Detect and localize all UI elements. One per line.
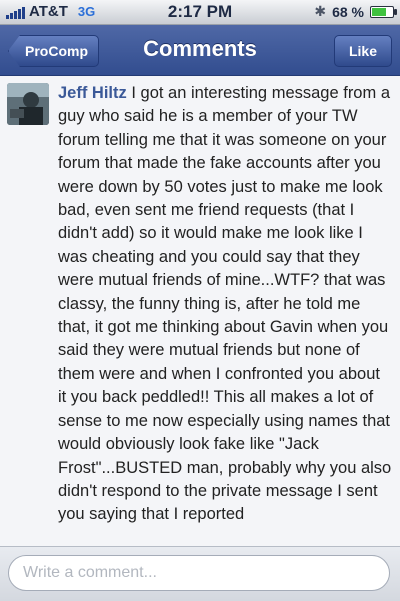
battery-icon xyxy=(370,5,397,18)
navigation-bar: ProComp Comments Like xyxy=(0,25,400,76)
avatar[interactable] xyxy=(7,83,49,125)
comment-author-link[interactable]: Jeff Hiltz xyxy=(58,84,127,102)
status-right-group: ✱ 68 % xyxy=(314,3,397,20)
status-bar: AT&T 3G 2:17 PM ✱ 68 % xyxy=(0,0,400,25)
comment-text: I got an interesting message from a guy … xyxy=(58,84,392,524)
battery-level-fill xyxy=(372,7,386,16)
bluetooth-icon: ✱ xyxy=(314,3,327,19)
comment-input-bar xyxy=(0,546,400,601)
avatar-photo-icon xyxy=(7,83,49,125)
comment-body: Jeff Hiltz I got an interesting message … xyxy=(58,82,392,527)
like-button[interactable]: Like xyxy=(333,35,392,67)
battery-percent: 68 % xyxy=(332,3,364,20)
comment-input[interactable] xyxy=(8,555,390,591)
comment-list[interactable]: Jeff Hiltz I got an interesting message … xyxy=(0,76,400,546)
